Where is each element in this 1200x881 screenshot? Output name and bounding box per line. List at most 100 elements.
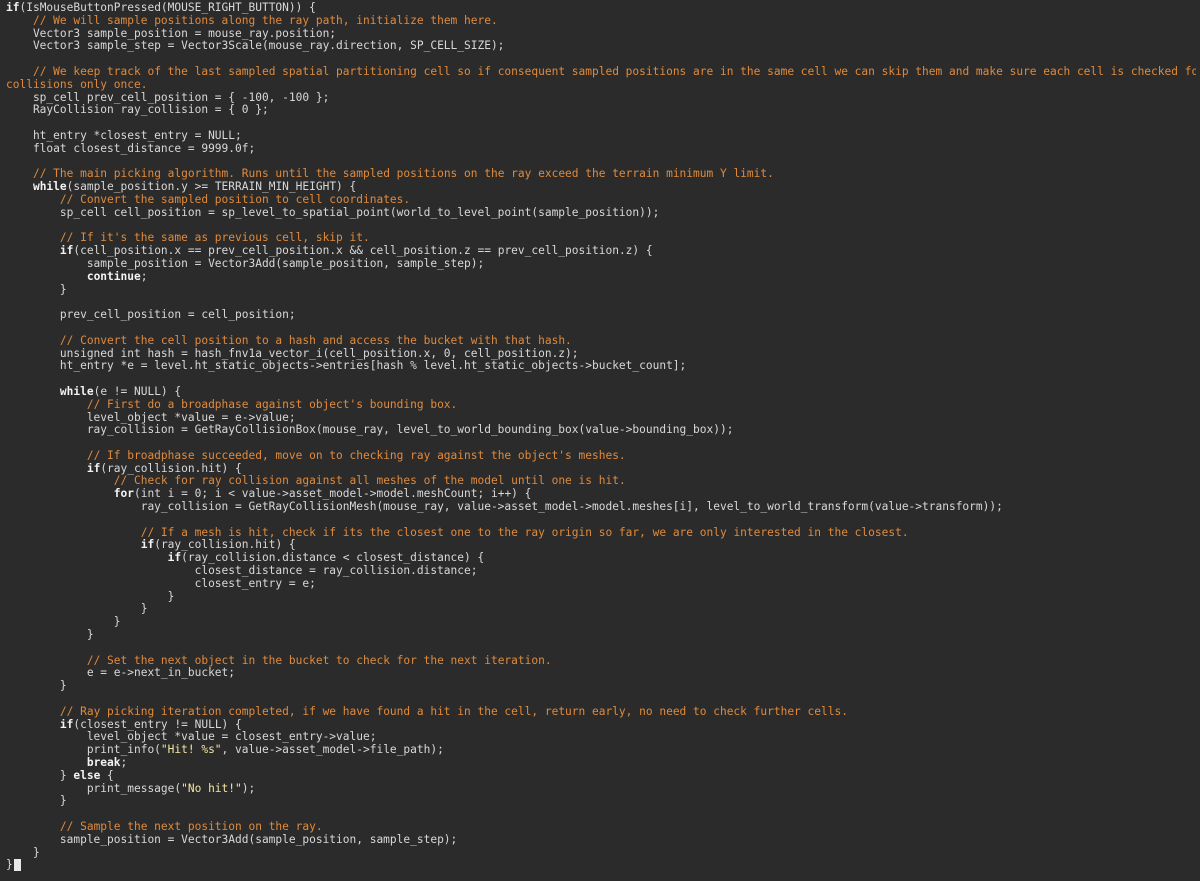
code-line[interactable]: sample_position = Vector3Add(sample_posi… [6,258,1196,271]
code-line[interactable]: for(int i = 0; i < value->asset_model->m… [6,488,1196,501]
code-line[interactable] [6,296,1196,309]
code-line[interactable]: // We will sample positions along the ra… [6,15,1196,28]
code-line[interactable]: // If a mesh is hit, check if its the cl… [6,527,1196,540]
code-line[interactable]: } [6,847,1196,860]
code-line[interactable] [6,808,1196,821]
code-line[interactable]: if(closest_entry != NULL) { [6,719,1196,732]
code-line[interactable] [6,437,1196,450]
code-line[interactable]: while(sample_position.y >= TERRAIN_MIN_H… [6,181,1196,194]
code-line[interactable]: sp_cell cell_position = sp_level_to_spat… [6,207,1196,220]
code-text: sample_position = Vector3Add(sample_posi… [6,257,485,270]
code-line[interactable]: } else { [6,770,1196,783]
code-line[interactable]: } [6,284,1196,297]
code-text: closest_entry = e; [6,577,316,590]
code-line[interactable]: // First do a broadphase against object'… [6,399,1196,412]
code-line[interactable]: } [6,795,1196,808]
code-line[interactable]: prev_cell_position = cell_position; [6,309,1196,322]
code-text: print_info( [6,744,161,757]
code-line[interactable]: } [6,680,1196,693]
code-text: RayCollision ray_collision = { 0 }; [6,104,269,117]
code-line[interactable]: break; [6,757,1196,770]
code-line[interactable]: float closest_distance = 9999.0f; [6,143,1196,156]
code-line[interactable]: // Convert the cell position to a hash a… [6,335,1196,348]
code-line[interactable] [6,117,1196,130]
code-comment: // Convert the sampled position to cell … [59,193,411,206]
code-text: sp_cell cell_position = sp_level_to_spat… [6,206,660,219]
code-line[interactable]: Vector3 sample_position = mouse_ray.posi… [6,28,1196,41]
code-line[interactable]: } [6,591,1196,604]
code-line[interactable]: // Ray picking iteration completed, if w… [6,706,1196,719]
code-comment: // The main picking algorithm. Runs unti… [32,168,774,181]
code-line[interactable] [6,514,1196,527]
code-line[interactable]: ht_entry *closest_entry = NULL; [6,130,1196,143]
code-line[interactable] [6,53,1196,66]
code-text: } [6,616,121,629]
code-text: sp_cell prev_cell_position = { -100, -10… [6,91,330,104]
code-line[interactable]: if(IsMouseButtonPressed(MOUSE_RIGHT_BUTT… [6,2,1196,15]
code-line[interactable]: if(cell_position.x == prev_cell_position… [6,245,1196,258]
code-line[interactable]: Vector3 sample_step = Vector3Scale(mouse… [6,40,1196,53]
code-line[interactable]: level_object *value = e->value; [6,412,1196,425]
code-line[interactable] [6,693,1196,706]
code-line[interactable]: } [6,616,1196,629]
code-line[interactable]: // Sample the next position on the ray. [6,821,1196,834]
code-comment: // Set the next object in the bucket to … [86,654,552,667]
code-line[interactable]: if(ray_collision.hit) { [6,539,1196,552]
code-line[interactable]: // The main picking algorithm. Runs unti… [6,168,1196,181]
code-line[interactable]: print_message("No hit!"); [6,783,1196,796]
code-line[interactable]: ht_entry *e = level.ht_static_objects->e… [6,360,1196,373]
code-line[interactable] [6,220,1196,233]
code-text: (ray_collision.distance < closest_distan… [181,552,485,565]
code-line[interactable]: ray_collision = GetRayCollisionMesh(mous… [6,501,1196,514]
code-line[interactable]: if(ray_collision.hit) { [6,463,1196,476]
code-line[interactable]: // We keep track of the last sampled spa… [6,66,1196,79]
code-line[interactable]: // If it's the same as previous cell, sk… [6,232,1196,245]
code-line[interactable] [6,642,1196,655]
code-line[interactable]: closest_entry = e; [6,578,1196,591]
code-line[interactable]: // If broadphase succeeded, move on to c… [6,450,1196,463]
code-line[interactable]: // Convert the sampled position to cell … [6,194,1196,207]
code-line[interactable]: continue; [6,271,1196,284]
code-line[interactable]: sp_cell prev_cell_position = { -100, -10… [6,92,1196,105]
code-text: level_object *value = closest_entry->val… [6,731,377,744]
code-line[interactable]: // Check for ray collision against all m… [6,475,1196,488]
text-cursor [13,859,21,872]
code-line[interactable]: while(e != NULL) { [6,386,1196,399]
code-text: ht_entry *e = level.ht_static_objects->e… [6,360,687,373]
code-line[interactable]: } [6,859,1196,872]
code-line[interactable] [6,373,1196,386]
code-line[interactable]: sample_position = Vector3Add(sample_posi… [6,834,1196,847]
code-line[interactable]: if(ray_collision.distance < closest_dist… [6,552,1196,565]
code-line[interactable]: // Set the next object in the bucket to … [6,655,1196,668]
code-line[interactable]: } [6,629,1196,642]
code-line[interactable]: closest_distance = ray_collision.distanc… [6,565,1196,578]
code-line[interactable] [6,156,1196,169]
code-line[interactable] [6,322,1196,335]
code-keyword: break [86,757,121,770]
code-line[interactable]: collisions only once. [6,79,1196,92]
code-line[interactable]: ray_collision = GetRayCollisionBox(mouse… [6,424,1196,437]
code-line[interactable]: unsigned int hash = hash_fnv1a_vector_i(… [6,348,1196,361]
code-text: e = e->next_in_bucket; [6,667,236,680]
code-editor[interactable]: if(IsMouseButtonPressed(MOUSE_RIGHT_BUTT… [0,0,1200,881]
code-line[interactable]: level_object *value = closest_entry->val… [6,731,1196,744]
code-line[interactable]: RayCollision ray_collision = { 0 }; [6,104,1196,117]
code-text: ); [241,782,256,795]
code-view[interactable]: if(IsMouseButtonPressed(MOUSE_RIGHT_BUTT… [6,2,1196,872]
code-line[interactable]: print_info("Hit! %s", value->asset_model… [6,744,1196,757]
code-line[interactable]: } [6,603,1196,616]
code-line[interactable]: e = e->next_in_bucket; [6,667,1196,680]
